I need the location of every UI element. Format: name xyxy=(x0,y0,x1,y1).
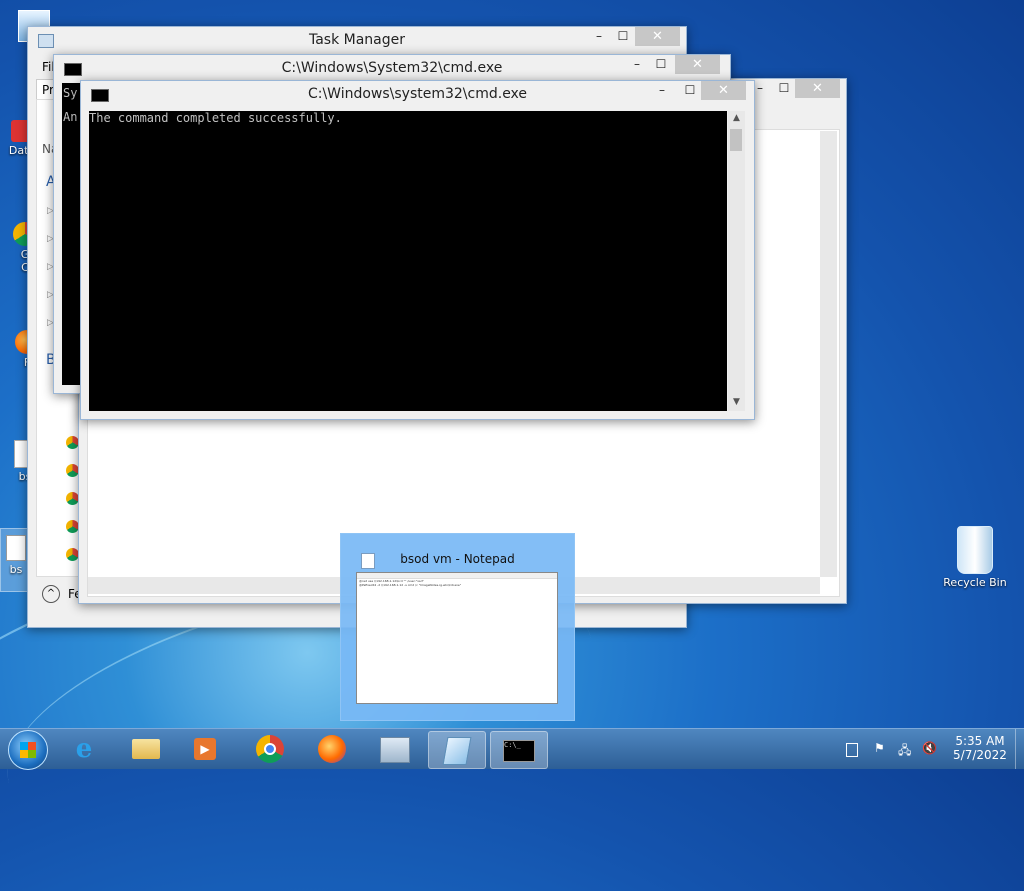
notepad-icon xyxy=(442,737,472,765)
close-button[interactable]: ✕ xyxy=(675,55,720,74)
maximize-button[interactable]: ☐ xyxy=(648,55,674,74)
clock-date: 5/7/2022 xyxy=(953,748,1007,762)
minimize-button[interactable]: – xyxy=(649,81,675,100)
preview-line: @PsExec64 -d \\192.168.1.12 -s cmd /c "I… xyxy=(359,583,462,587)
taskbar-ie[interactable]: e xyxy=(56,731,112,767)
taskbar-media-player[interactable]: ▶ xyxy=(178,731,234,767)
volume-muted-icon[interactable]: 🔇 xyxy=(922,741,938,755)
scroll-down-icon[interactable]: ▼ xyxy=(728,397,745,407)
taskbar-chrome[interactable] xyxy=(242,731,298,767)
chrome-icon xyxy=(256,735,284,763)
internet-explorer-icon: e xyxy=(75,734,93,764)
scroll-up-icon[interactable]: ▲ xyxy=(728,113,745,123)
vertical-scrollbar[interactable] xyxy=(820,131,837,577)
taskbar: e ▶ C:\_ ⚑ 🖧 🔇 5:35 AM 5/7/2022 xyxy=(0,728,1024,770)
close-button[interactable]: ✕ xyxy=(635,27,680,46)
windows-logo-icon xyxy=(20,742,36,758)
show-desktop-button[interactable] xyxy=(1015,729,1024,769)
folder-icon xyxy=(132,739,160,759)
preview-title: bsod vm - Notepad xyxy=(400,552,515,566)
taskbar-firefox[interactable] xyxy=(304,731,360,767)
taskbar-task-manager[interactable] xyxy=(366,731,422,767)
desktop-icon-label: bs xyxy=(9,563,23,576)
maximize-button[interactable]: ☐ xyxy=(610,27,636,46)
network-icon[interactable]: 🖧 xyxy=(898,741,914,757)
console-output[interactable]: The command completed successfully. xyxy=(89,111,727,411)
start-button[interactable] xyxy=(8,730,48,770)
media-player-icon: ▶ xyxy=(194,738,216,760)
desktop-icon-label: Recycle Bin xyxy=(943,576,1007,589)
scroll-thumb[interactable] xyxy=(730,129,742,151)
show-hidden-icons[interactable] xyxy=(846,743,858,757)
firefox-icon xyxy=(318,735,346,763)
chevron-up-icon: ^ xyxy=(42,585,60,603)
console-line: Sy xyxy=(63,86,78,100)
minimize-button[interactable]: – xyxy=(624,55,650,74)
close-button[interactable]: ✕ xyxy=(701,81,746,100)
cmd-icon: C:\_ xyxy=(503,740,535,762)
taskbar-notepad[interactable] xyxy=(428,731,486,769)
task-manager-icon xyxy=(380,737,410,763)
clock[interactable]: 5:35 AM 5/7/2022 xyxy=(950,734,1010,762)
recycle-bin-icon xyxy=(957,526,993,574)
preview-content: @net use \\192.168.1.12\bcd "" /user:"xs… xyxy=(356,572,558,704)
close-button[interactable]: ✕ xyxy=(795,79,840,98)
taskbar-cmd[interactable]: C:\_ xyxy=(490,731,548,769)
taskbar-thumbnail-preview[interactable]: bsod vm - Notepad @net use \\192.168.1.1… xyxy=(340,533,575,721)
notepad-file-icon xyxy=(6,535,26,561)
console-line: An xyxy=(63,110,78,124)
cmd-window-front[interactable]: C:\Windows\system32\cmd.exe – ☐ ✕ The co… xyxy=(80,80,755,420)
taskbar-explorer[interactable] xyxy=(118,731,174,767)
maximize-button[interactable]: ☐ xyxy=(677,81,703,100)
vertical-scrollbar[interactable]: ▲ ▼ xyxy=(728,111,745,411)
desktop-icon-recycle-bin[interactable]: Recycle Bin xyxy=(940,526,1010,589)
clock-time: 5:35 AM xyxy=(955,734,1005,748)
action-center-icon[interactable]: ⚑ xyxy=(874,741,888,755)
maximize-button[interactable]: ☐ xyxy=(771,79,797,98)
console-line: The command completed successfully. xyxy=(89,111,342,125)
minimize-button[interactable]: – xyxy=(586,27,612,46)
